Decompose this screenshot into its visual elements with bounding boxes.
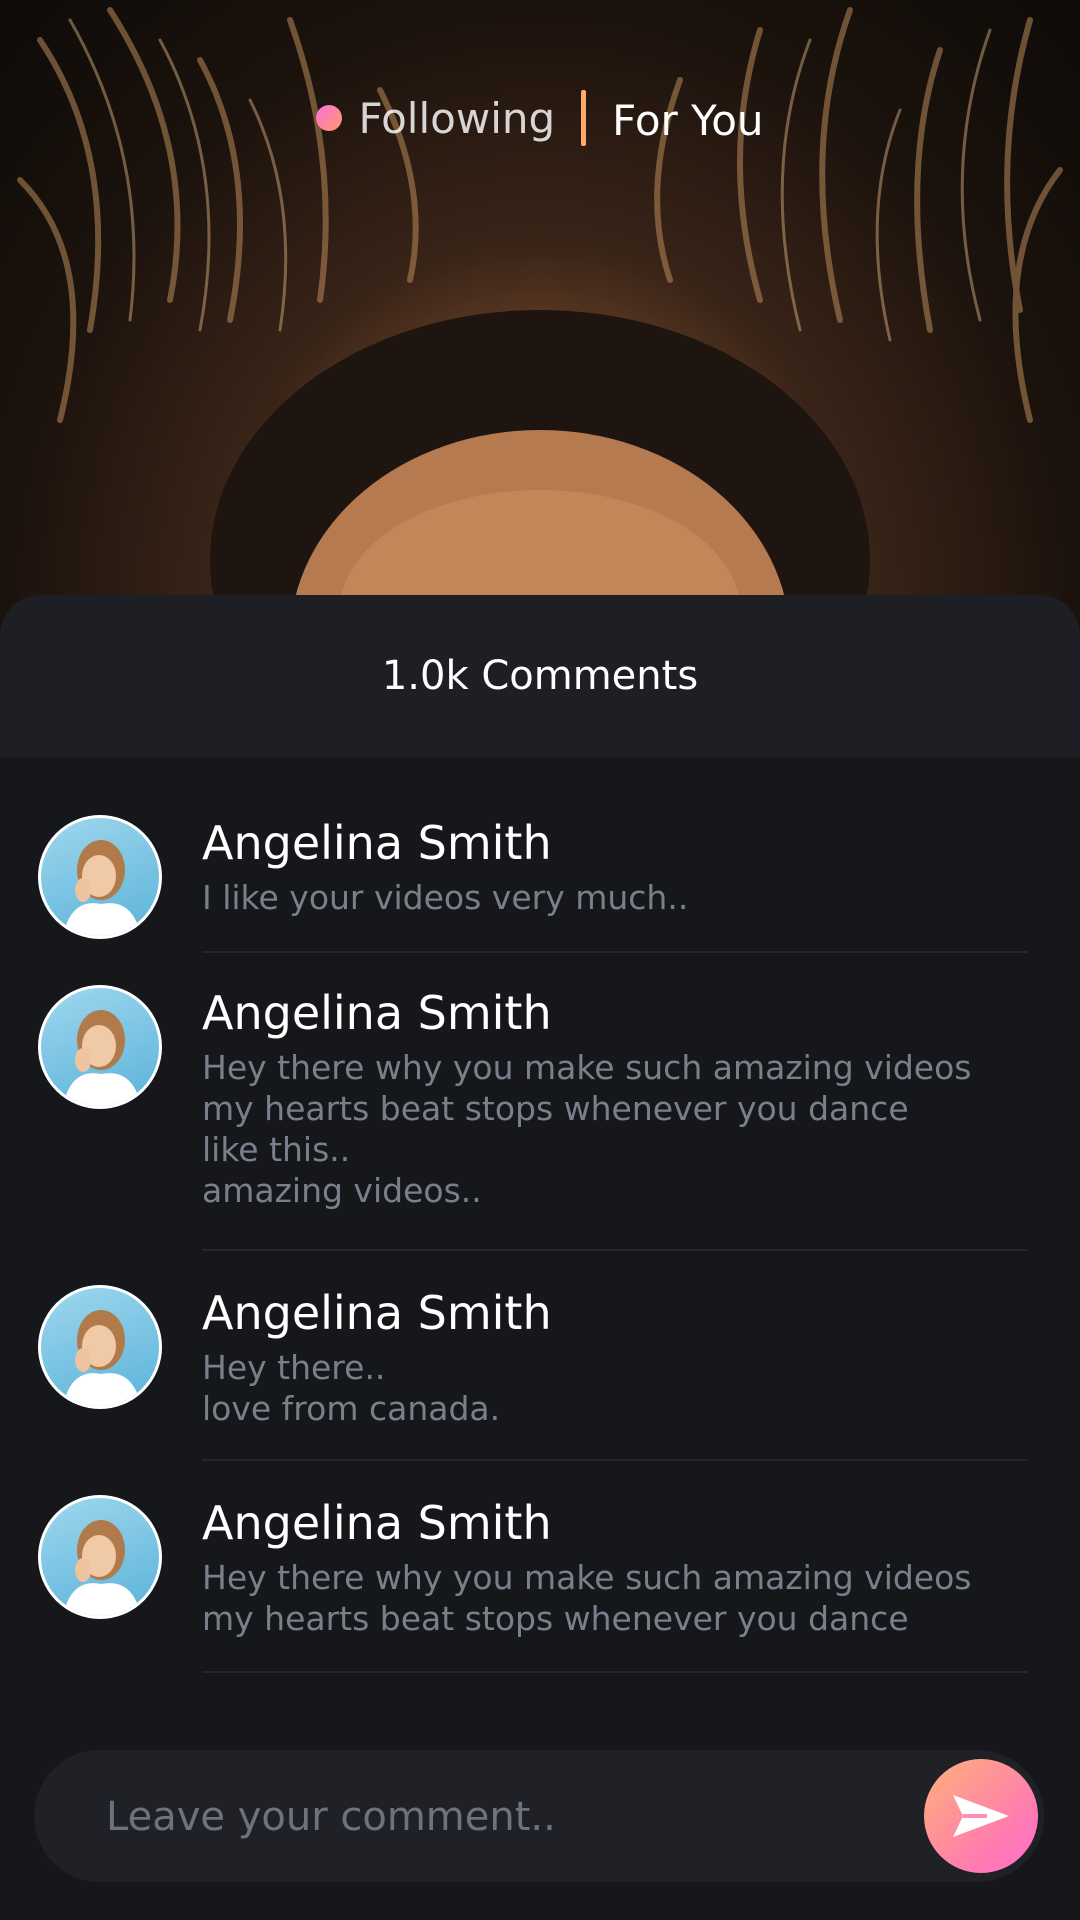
send-button[interactable] <box>924 1759 1038 1873</box>
comments-sheet: 1.0k Comments Angelina Smith I like your… <box>0 595 1080 1920</box>
comment-author[interactable]: Angelina Smith <box>202 1495 1042 1551</box>
comment-divider <box>202 1249 1028 1251</box>
avatar[interactable] <box>38 1285 162 1409</box>
comment-composer <box>34 1750 1044 1884</box>
send-icon <box>953 1795 1009 1837</box>
live-indicator-icon <box>316 105 343 131</box>
comment-body: Angelina Smith Hey there why you make su… <box>202 1495 1042 1639</box>
comment-body: Angelina Smith Hey there why you make su… <box>202 985 1042 1211</box>
comment-body: Angelina Smith Hey there.. love from can… <box>202 1285 1042 1429</box>
avatar[interactable] <box>38 815 162 939</box>
feed-tabs: Following For You <box>0 88 1080 148</box>
comment-divider <box>202 951 1028 953</box>
comment-body: Angelina Smith I like your videos very m… <box>202 815 1042 918</box>
comments-count: 1.0k Comments <box>381 653 699 699</box>
comment-author[interactable]: Angelina Smith <box>202 1285 1042 1341</box>
comment-text: I like your videos very much.. <box>202 878 689 917</box>
comment-author[interactable]: Angelina Smith <box>202 815 1042 871</box>
avatar[interactable] <box>38 1495 162 1619</box>
comment-text: Hey there.. love from canada. <box>202 1348 501 1428</box>
avatar[interactable] <box>38 985 162 1109</box>
comment-text: Hey there why you make such amazing vide… <box>202 1048 972 1210</box>
tab-following[interactable]: Following <box>358 94 555 143</box>
comment-input[interactable] <box>104 1750 908 1884</box>
tab-divider <box>581 90 587 146</box>
comment-author[interactable]: Angelina Smith <box>202 985 1042 1041</box>
comment-divider <box>202 1671 1028 1673</box>
comment-text: Hey there why you make such amazing vide… <box>202 1558 972 1638</box>
comment-divider <box>202 1459 1028 1461</box>
comments-header: 1.0k Comments <box>0 595 1080 757</box>
tab-for-you[interactable]: For You <box>612 96 763 145</box>
